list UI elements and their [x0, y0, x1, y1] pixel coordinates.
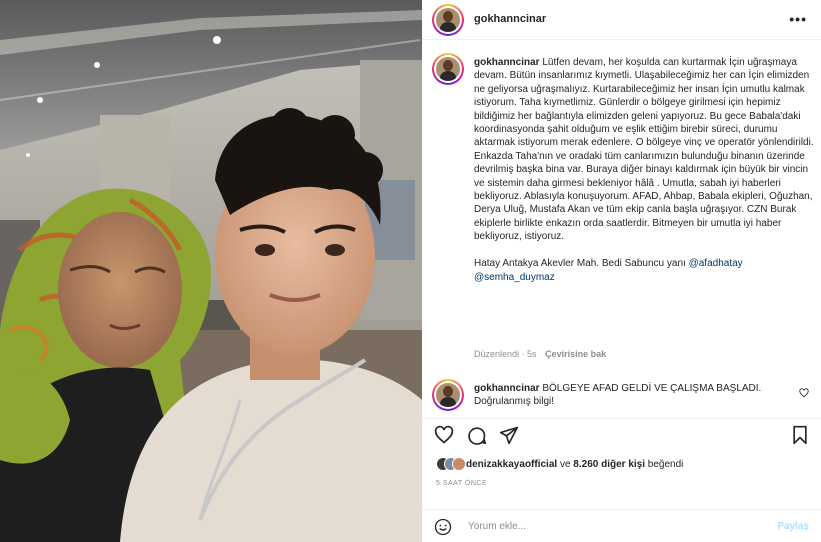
caption-meta: Düzenlendi · 5s Çevirisine bak	[474, 349, 606, 359]
comment-username[interactable]: gokhanncinar	[474, 383, 540, 394]
mention-afadhatay[interactable]: @afadhatay	[689, 258, 743, 269]
liker-avatar	[452, 457, 466, 471]
comment-bubble-icon[interactable]	[467, 425, 487, 445]
edited-label: Düzenlendi · 5s	[474, 349, 537, 359]
post-author-username[interactable]: gokhanncinar	[474, 13, 546, 25]
see-translation-link[interactable]: Çevirisine bak	[545, 349, 606, 359]
post-header: gokhanncinar •••	[422, 0, 821, 40]
avatar[interactable]	[432, 4, 464, 36]
caption-avatar[interactable]	[432, 53, 464, 85]
likes-text: denizakkayaofficial ve 8.260 diğer kişi …	[466, 459, 684, 470]
comment-avatar[interactable]	[432, 379, 464, 411]
comment-item: gokhanncinar BÖLGEYE AFAD GELDİ VE ÇALIŞ…	[422, 376, 821, 416]
likes-count[interactable]: 8.260 diğer kişi	[573, 459, 645, 470]
selfie-image	[0, 0, 422, 542]
bookmark-icon[interactable]	[790, 425, 810, 445]
post-timestamp[interactable]: 5 SAAT ÖNCE	[436, 480, 487, 487]
emoji-smile-icon[interactable]	[434, 518, 452, 536]
add-comment-bar: Yorum ekle... Paylaş	[422, 509, 821, 542]
post-actions: denizakkayaofficial ve 8.260 diğer kişi …	[422, 418, 821, 538]
paper-plane-icon[interactable]	[499, 425, 519, 445]
post-details-panel: gokhanncinar ••• gokhanncinar Lütfen dev…	[422, 0, 821, 542]
mention-semha-duymaz[interactable]: @semha_duymaz	[474, 272, 555, 283]
post-comment-button[interactable]: Paylaş	[777, 521, 809, 532]
more-dots-icon[interactable]: •••	[789, 11, 807, 27]
caption-username[interactable]: gokhanncinar	[474, 57, 540, 68]
post-caption: gokhanncinar Lütfen devam, her koşulda c…	[422, 40, 821, 370]
small-heart-icon[interactable]	[799, 388, 809, 398]
caption-text: gokhanncinar Lütfen devam, her koşulda c…	[474, 56, 814, 284]
heart-icon[interactable]	[434, 425, 454, 445]
caption-body: Lütfen devam, her koşulda can kurtarmak …	[474, 57, 814, 270]
post-photo[interactable]	[0, 0, 422, 542]
comment-text: gokhanncinar BÖLGEYE AFAD GELDİ VE ÇALIŞ…	[474, 382, 774, 409]
liker-username[interactable]: denizakkayaofficial	[466, 459, 557, 470]
comment-input[interactable]: Yorum ekle...	[468, 521, 526, 532]
